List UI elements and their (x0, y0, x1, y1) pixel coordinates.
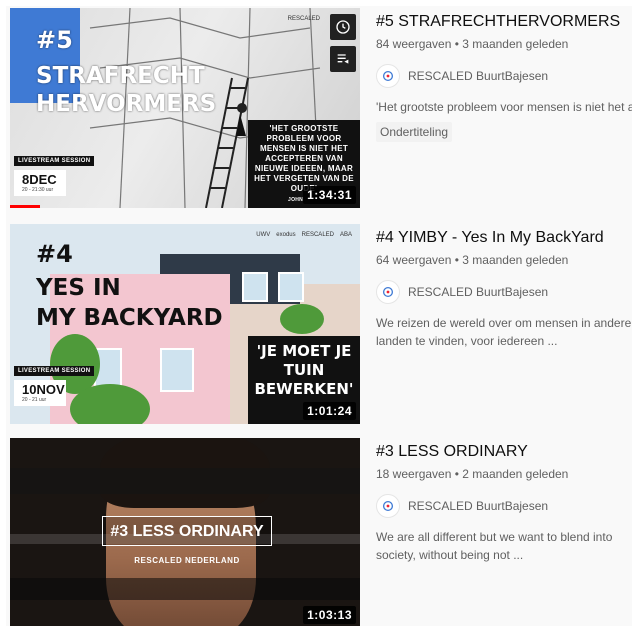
upload-age: 3 maanden geleden (462, 37, 569, 51)
view-count: 18 weergaven (376, 467, 452, 481)
channel-name[interactable]: RESCALED BuurtBajesen (408, 499, 548, 513)
thumbnail-number: #4 (36, 240, 73, 268)
thumbnail-title-line2: MY BACKYARD (36, 305, 223, 331)
video-duration: 1:34:31 (303, 186, 356, 204)
channel-avatar[interactable] (376, 494, 400, 518)
date-box: 10NOV 20 - 21 uur (14, 380, 66, 406)
video-list: #5 STRAFRECHT HERVORMERS RESCALED LIVEST… (6, 6, 632, 626)
add-to-queue-icon (337, 54, 349, 64)
channel-logo-icon (382, 70, 394, 82)
quote-text: 'HET GROOTSTE PROBLEEM VOOR MENSEN IS NI… (254, 124, 354, 193)
watch-later-button[interactable] (330, 14, 356, 40)
thumbnail-subtitle: RESCALED NEDERLAND (134, 556, 240, 565)
thumbnail-title: #3 LESS ORDINARY (102, 516, 272, 546)
window-illustration (278, 272, 304, 302)
plant-illustration (280, 304, 324, 334)
channel-name[interactable]: RESCALED BuurtBajesen (408, 285, 548, 299)
stripe-overlay (10, 578, 360, 600)
date-time: 20 - 21 uur (22, 397, 47, 403)
channel-logo-icon (382, 500, 394, 512)
video-description: We reizen de wereld over om mensen in an… (376, 316, 632, 348)
channel-avatar[interactable] (376, 280, 400, 304)
video-info: #5 STRAFRECHTHERVORMERS 84 weergaven • 3… (376, 12, 632, 142)
video-title[interactable]: #3 LESS ORDINARY (376, 442, 632, 462)
window-illustration (242, 272, 268, 302)
video-meta: 84 weergaven • 3 maanden geleden (376, 37, 569, 51)
thumbnail-title-line2: HERVORMERS (36, 91, 217, 117)
video-row: #3 LESS ORDINARY RESCALED NEDERLAND 1:03… (6, 438, 632, 626)
video-title[interactable]: #4 YIMBY - Yes In My BackYard (376, 228, 632, 248)
video-meta: 18 weergaven • 2 maanden geleden (376, 467, 569, 481)
channel-link[interactable]: RESCALED BuurtBajesen (376, 64, 632, 88)
video-row: UWV exodus RESCALED ABA #4 YES IN MY BAC… (6, 224, 632, 424)
video-duration: 1:01:24 (303, 402, 356, 420)
upload-age: 2 maanden geleden (462, 467, 569, 481)
thumbnail-title-line1: YES IN (36, 275, 121, 301)
subtitles-badge: Ondertiteling (376, 122, 453, 142)
session-tag: LIVESTREAM SESSION (14, 156, 95, 166)
partner-logo: ABA (339, 232, 352, 238)
channel-link[interactable]: RESCALED BuurtBajesen (376, 280, 632, 304)
video-thumbnail[interactable]: #5 STRAFRECHT HERVORMERS RESCALED LIVEST… (10, 8, 360, 208)
window-illustration (160, 348, 194, 392)
video-info: #3 LESS ORDINARY 18 weergaven • 2 maande… (376, 442, 632, 564)
video-title[interactable]: #5 STRAFRECHTHERVORMERS (376, 12, 632, 32)
quote-text: 'JE MOET JE TUIN BEWERKEN' (254, 342, 354, 398)
date-time: 20 - 21:30 uur (22, 187, 54, 193)
date-day: 10 (22, 382, 37, 397)
date-month: NOV (36, 382, 65, 397)
video-thumbnail[interactable]: UWV exodus RESCALED ABA #4 YES IN MY BAC… (10, 224, 360, 424)
view-count: 84 weergaven (376, 37, 452, 51)
channel-name[interactable]: RESCALED BuurtBajesen (408, 69, 548, 83)
video-info: #4 YIMBY - Yes In My BackYard 64 weergav… (376, 228, 632, 350)
upload-age: 3 maanden geleden (462, 253, 569, 267)
date-box: 8DEC 20 - 21:30 uur (14, 170, 66, 196)
video-description: We are all different but we want to blen… (376, 530, 613, 562)
video-description: 'Het grootste probleem voor mensen is ni… (376, 100, 632, 114)
video-row: #5 STRAFRECHT HERVORMERS RESCALED LIVEST… (6, 8, 632, 208)
thumbnail-title-line1: STRAFRECHT (36, 63, 205, 89)
video-thumbnail[interactable]: #3 LESS ORDINARY RESCALED NEDERLAND 1:03… (10, 438, 360, 626)
partner-logo: RESCALED (301, 232, 334, 238)
video-duration: 1:03:13 (303, 606, 356, 624)
clock-icon (336, 20, 350, 34)
stripe-overlay (10, 468, 360, 494)
view-count: 64 weergaven (376, 253, 452, 267)
partner-logo: exodus (276, 232, 296, 238)
thumbnail-logo: RESCALED (287, 16, 320, 22)
thumbnail-number: #5 (36, 26, 73, 54)
channel-avatar[interactable] (376, 64, 400, 88)
watch-progress-bar (10, 205, 40, 208)
session-tag: LIVESTREAM SESSION (14, 366, 95, 376)
channel-link[interactable]: RESCALED BuurtBajesen (376, 494, 632, 518)
video-meta: 64 weergaven • 3 maanden geleden (376, 253, 569, 267)
partner-logo: UWV (256, 232, 271, 238)
partner-logos: UWV exodus RESCALED ABA (256, 232, 352, 238)
date-month: DEC (29, 172, 57, 187)
channel-logo-icon (382, 286, 394, 298)
add-to-queue-button[interactable] (330, 46, 356, 72)
